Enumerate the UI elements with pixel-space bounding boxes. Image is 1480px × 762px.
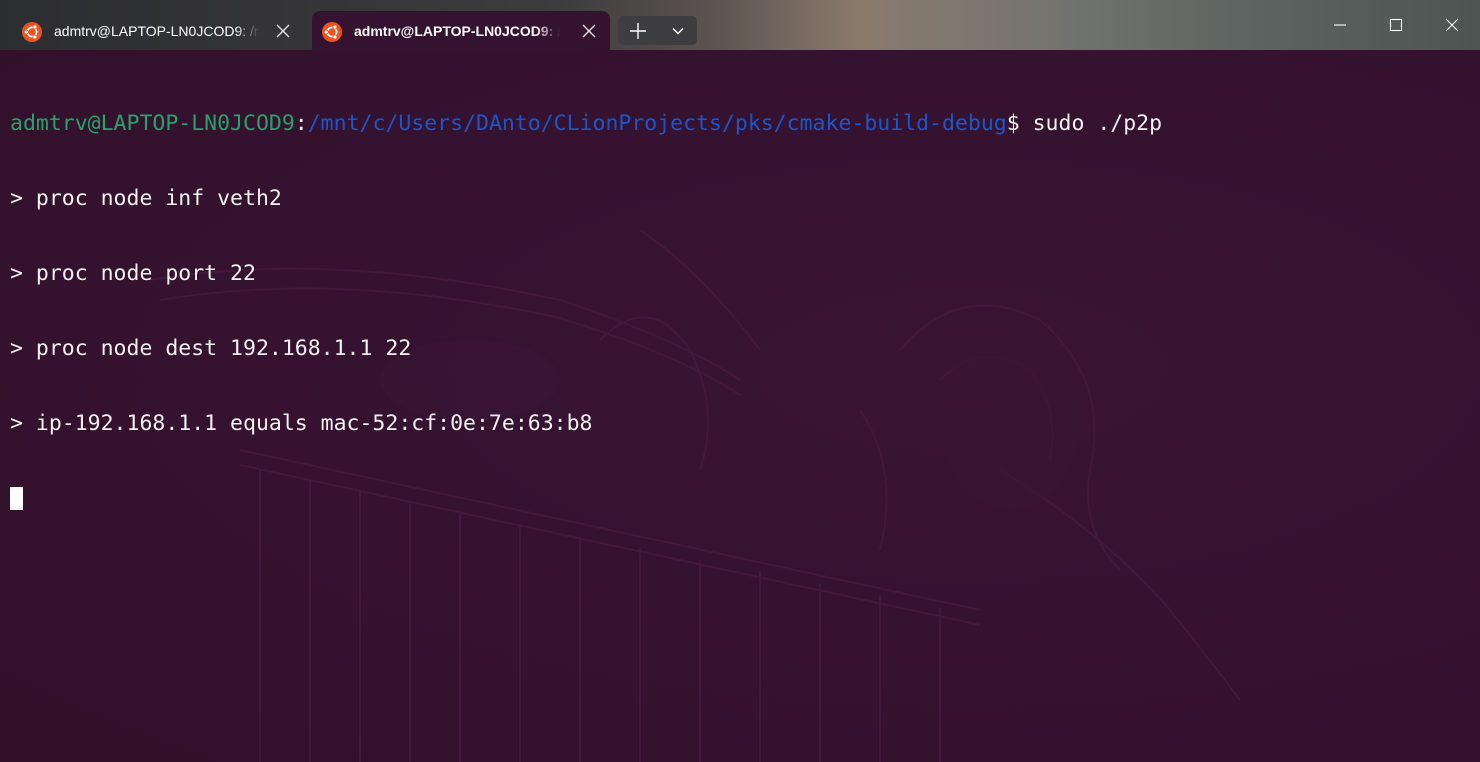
tab-title: admtrv@LAPTOP-LN0JCOD9: /mnt/c/Users/DAn… <box>354 23 560 39</box>
close-icon <box>1445 18 1459 32</box>
output-line: > ip-192.168.1.1 equals mac-52:cf:0e:7e:… <box>10 411 593 436</box>
plus-icon <box>630 22 646 39</box>
minimize-button[interactable] <box>1312 0 1368 50</box>
terminal-pane[interactable]: admtrv@LAPTOP-LN0JCOD9:/mnt/c/Users/DAnt… <box>0 50 1480 762</box>
close-tab-icon[interactable] <box>580 22 598 40</box>
output-line: > proc node inf veth2 <box>10 186 282 211</box>
prompt-path: /mnt/c/Users/DAnto/CLionProjects/pks/cma… <box>307 111 1007 136</box>
title-bar: admtrv@LAPTOP-LN0JCOD9: /mnt/c/Users/DAn… <box>0 0 1480 51</box>
prompt-line: admtrv@LAPTOP-LN0JCOD9:/mnt/c/Users/DAnt… <box>10 111 1162 136</box>
maximize-icon <box>1389 18 1403 32</box>
terminal-output: admtrv@LAPTOP-LN0JCOD9:/mnt/c/Users/DAnt… <box>10 61 1162 561</box>
prompt-symbol: $ <box>1006 111 1020 136</box>
close-tab-icon[interactable] <box>274 22 292 40</box>
close-window-button[interactable] <box>1424 0 1480 50</box>
prompt-separator: : <box>294 111 308 136</box>
tab-dropdown-button[interactable] <box>658 16 697 45</box>
chevron-down-icon <box>672 27 683 34</box>
terminal-window: admtrv@LAPTOP-LN0JCOD9: /mnt/c/Users/DAn… <box>0 0 1480 762</box>
text-cursor <box>10 487 23 510</box>
output-line: > proc node port 22 <box>10 261 256 286</box>
tab-2[interactable]: admtrv@LAPTOP-LN0JCOD9: /mnt/c/Users/DAn… <box>312 11 610 51</box>
prompt-command: sudo ./p2p <box>1019 111 1163 136</box>
output-line: > proc node dest 192.168.1.1 22 <box>10 336 412 361</box>
input-line[interactable] <box>10 486 1162 511</box>
tab-title: admtrv@LAPTOP-LN0JCOD9: /mnt/c/Users/DAn… <box>54 23 260 39</box>
ubuntu-icon <box>322 22 342 42</box>
maximize-button[interactable] <box>1368 0 1424 50</box>
minimize-icon <box>1334 24 1346 26</box>
tab-1[interactable]: admtrv@LAPTOP-LN0JCOD9: /mnt/c/Users/DAn… <box>8 11 304 51</box>
ubuntu-icon <box>22 22 42 42</box>
prompt-user-host: admtrv@LAPTOP-LN0JCOD9 <box>10 111 295 136</box>
new-tab-button[interactable] <box>618 16 658 45</box>
new-tab-group <box>618 16 697 45</box>
